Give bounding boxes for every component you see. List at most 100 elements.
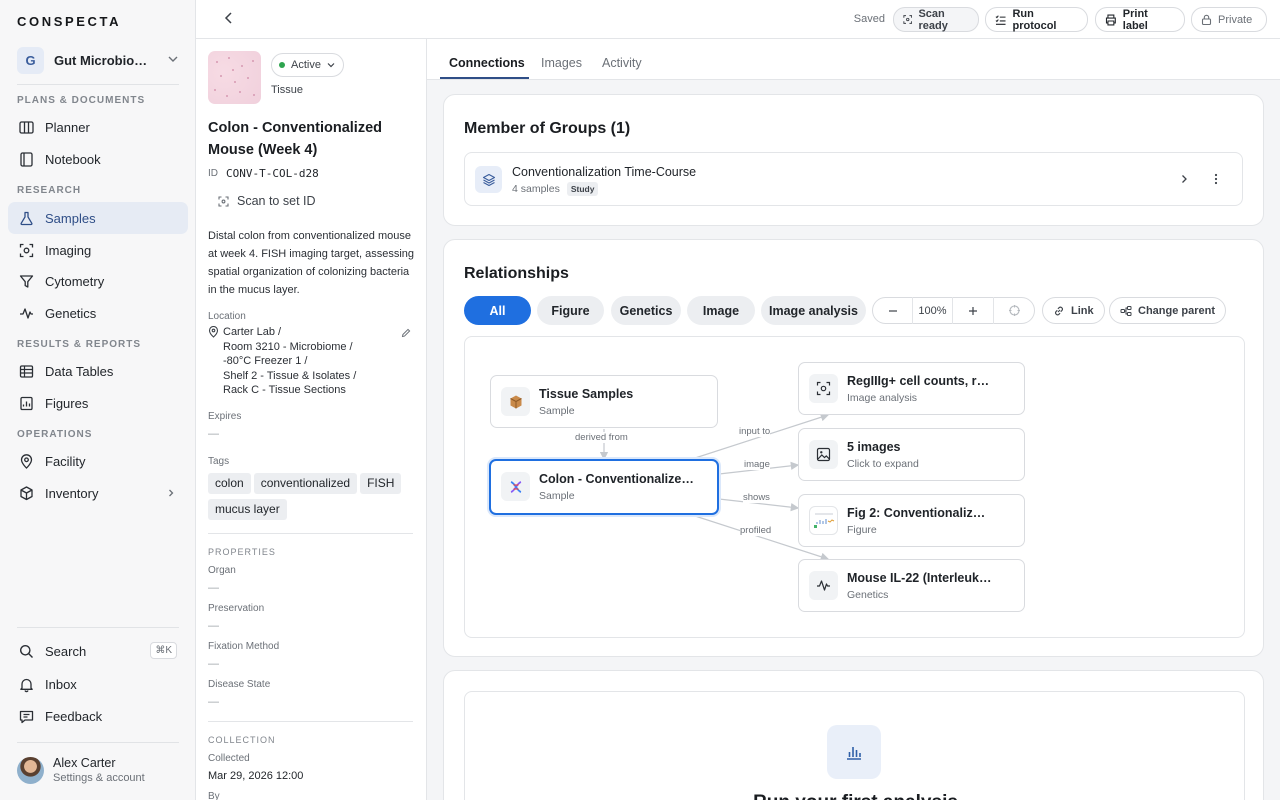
search-icon xyxy=(18,643,35,660)
user-subtitle: Settings & account xyxy=(53,772,145,784)
tags-label: Tags xyxy=(208,456,230,467)
location-path[interactable]: Carter Lab / Room 3210 - Microbiome / -8… xyxy=(208,325,356,398)
fit-view-button[interactable] xyxy=(994,297,1034,324)
zoom-out-button[interactable] xyxy=(873,297,913,324)
filter-chip-genetics[interactable]: Genetics xyxy=(611,296,681,325)
sidebar-item-planner[interactable]: Planner xyxy=(8,111,188,143)
sidebar-item-inventory[interactable]: Inventory xyxy=(8,477,188,509)
tab-activity[interactable]: Activity xyxy=(602,56,642,70)
tag[interactable]: conventionalized xyxy=(253,473,358,494)
edge-label: input to xyxy=(739,426,771,437)
hierarchy-icon xyxy=(1120,305,1132,316)
chevron-right-icon xyxy=(166,488,176,498)
divider xyxy=(17,84,179,85)
graph-node-current[interactable]: Colon - Conventionalized Mouse (Week 4) … xyxy=(489,459,719,515)
scan-ready-button[interactable]: Scan ready xyxy=(893,7,979,32)
id-value: CONV-T-COL-d28 xyxy=(226,167,319,180)
user-name: Alex Carter xyxy=(53,756,116,770)
scan-to-set-id-label: Scan to set ID xyxy=(237,194,316,208)
more-vertical-icon[interactable] xyxy=(1210,172,1222,186)
group-count: 4 samples xyxy=(512,183,560,195)
relationship-graph[interactable]: derived from input to image shows profil… xyxy=(464,336,1245,638)
privacy-button[interactable]: Private xyxy=(1191,7,1267,32)
collection-heading: COLLECTION xyxy=(208,735,276,745)
change-parent-button[interactable]: Change parent xyxy=(1109,297,1227,324)
edge-label: shows xyxy=(743,492,770,503)
property-value[interactable]: — xyxy=(208,620,219,632)
tag[interactable]: colon xyxy=(208,473,251,494)
box-icon xyxy=(18,485,35,502)
dna-icon xyxy=(18,305,35,322)
sidebar-item-label: Cytometry xyxy=(45,273,105,289)
print-label-button[interactable]: Print label xyxy=(1095,7,1185,32)
status-dropdown[interactable]: Active xyxy=(271,53,344,77)
graph-node-analysis[interactable]: RegIIIg+ cell counts, region analysis Im… xyxy=(798,362,1025,415)
edge-label: derived from xyxy=(575,432,628,443)
divider xyxy=(208,533,413,534)
edit-pencil-icon[interactable] xyxy=(401,328,411,338)
section-heading: RESULTS & REPORTS xyxy=(17,339,142,350)
filter-chip-image-analysis[interactable]: Image analysis xyxy=(761,296,866,325)
property-value[interactable]: — xyxy=(208,658,219,670)
filter-chip-all[interactable]: All xyxy=(464,296,531,325)
sidebar-item-samples[interactable]: Samples xyxy=(8,202,188,234)
group-row[interactable]: Conventionalization Time-Course 4 sample… xyxy=(464,152,1243,206)
sidebar-item-notebook[interactable]: Notebook xyxy=(8,143,188,175)
graph-node-images[interactable]: 5 images Click to expand xyxy=(798,428,1025,481)
chevron-right-icon[interactable] xyxy=(1178,173,1190,185)
empty-state-title: Run your first analysis xyxy=(465,792,1246,800)
property-value[interactable]: — xyxy=(208,582,219,594)
node-subtitle: Sample xyxy=(539,490,575,502)
graph-node-genetics[interactable]: Mouse IL-22 (Interleukin 22) Genetics xyxy=(798,559,1025,612)
location-pin-icon xyxy=(208,326,219,338)
scan-icon xyxy=(903,15,913,24)
sidebar-item-imaging[interactable]: Imaging xyxy=(8,234,188,266)
sidebar-item-label: Search xyxy=(45,643,87,659)
back-arrow-icon[interactable] xyxy=(222,11,236,25)
filter-chip-figure[interactable]: Figure xyxy=(537,296,604,325)
graph-node-figure[interactable]: Fig 2: Conventionalization timeline Figu… xyxy=(798,494,1025,547)
privacy-label: Private xyxy=(1218,13,1253,26)
tab-connections[interactable]: Connections xyxy=(449,56,525,70)
filter-chip-image[interactable]: Image xyxy=(687,296,755,325)
sidebar-item-figures[interactable]: Figures xyxy=(8,387,188,419)
tab-images[interactable]: Images xyxy=(541,56,582,70)
user-account[interactable]: Alex Carter Settings & account xyxy=(17,756,145,784)
sample-detail-panel: Active Tissue Colon - Conventionalized M… xyxy=(196,39,427,800)
node-title: 5 images xyxy=(847,440,901,454)
sidebar-item-feedback[interactable]: Feedback xyxy=(8,700,188,732)
plus-icon xyxy=(969,306,977,315)
sidebar-item-inbox[interactable]: Inbox xyxy=(8,668,188,700)
graph-node-parent[interactable]: Tissue Samples Sample xyxy=(490,375,718,428)
location-segment: Shelf 2 - Tissue & Isolates / xyxy=(223,369,357,382)
collected-by-label: By xyxy=(208,791,220,800)
node-subtitle: Image analysis xyxy=(847,392,918,404)
workspace-switcher[interactable]: G Gut Microbiome Study xyxy=(17,46,179,74)
section-heading: PLANS & DOCUMENTS xyxy=(17,95,146,106)
sample-description: Distal colon from conventionalized mouse… xyxy=(208,230,415,296)
scan-to-set-id-button[interactable]: Scan to set ID xyxy=(218,194,316,208)
group-name: Conventionalization Time-Course xyxy=(512,165,697,179)
sidebar-item-label: Notebook xyxy=(45,151,101,167)
brand-logo: CONSPECTA xyxy=(17,14,122,29)
tag[interactable]: mucus layer xyxy=(208,499,287,520)
page-title: Colon - Conventionalized Mouse (Week 4) xyxy=(208,120,382,158)
sidebar-item-search[interactable]: Search ⌘K xyxy=(8,635,188,667)
zoom-in-button[interactable] xyxy=(953,297,994,324)
sidebar-item-facility[interactable]: Facility xyxy=(8,445,188,477)
tag[interactable]: FISH xyxy=(360,473,402,494)
id-label: ID xyxy=(208,168,218,179)
active-tab-indicator xyxy=(440,77,529,79)
groups-card: Member of Groups (1) Conventionalization… xyxy=(443,94,1264,226)
print-label-label: Print label xyxy=(1122,7,1148,32)
sidebar-item-label: Feedback xyxy=(45,708,103,724)
sidebar-item-cytometry[interactable]: Cytometry xyxy=(8,265,188,297)
sidebar-item-label: Samples xyxy=(45,210,96,226)
property-value[interactable]: — xyxy=(208,696,219,708)
run-protocol-label: Run protocol xyxy=(1012,7,1057,32)
run-protocol-button[interactable]: Run protocol xyxy=(985,7,1088,32)
sidebar-item-data-tables[interactable]: Data Tables xyxy=(8,355,188,387)
sidebar-item-genetics[interactable]: Genetics xyxy=(8,297,188,329)
sidebar-item-label: Data Tables xyxy=(45,363,114,379)
link-button[interactable]: Link xyxy=(1042,297,1105,324)
